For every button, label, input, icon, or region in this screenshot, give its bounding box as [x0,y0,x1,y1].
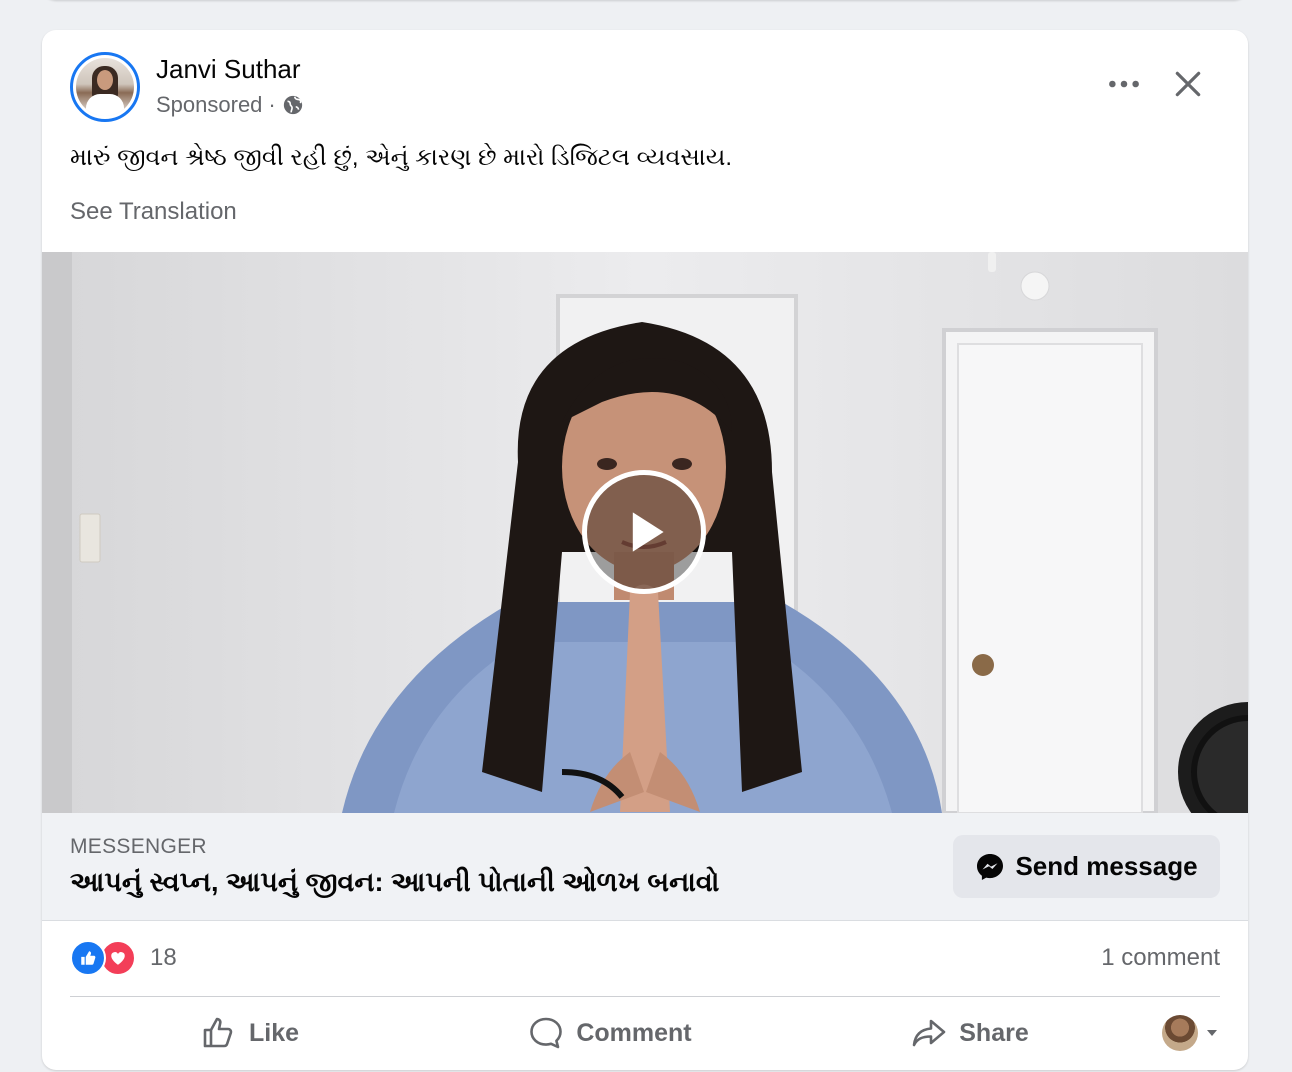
cta-headline[interactable]: આપનું સ્વપ્ન, આપનું જીવન: આપની પોતાની ઓળ… [70,867,719,899]
like-button[interactable]: Like [70,1002,430,1064]
like-label: Like [248,1018,300,1047]
reaction-count: 18 [150,944,177,971]
play-icon [632,512,664,552]
sponsored-post: Janvi Suthar Sponsored · મારું જીવન શ્રે… [42,30,1248,1070]
sponsored-label[interactable]: Sponsored [156,92,262,118]
call-to-action-strip: MESSENGER આપનું સ્વપ્ન, આપનું જીવન: આપની… [42,813,1248,921]
like-reaction-icon [70,940,106,976]
thumbs-up-icon [203,1017,233,1048]
author-name[interactable]: Janvi Suthar [156,54,301,85]
post-meta: Sponsored · [156,92,304,118]
comment-bubble-icon [530,1017,563,1049]
send-message-label: Send message [1015,851,1198,881]
see-translation-link[interactable]: See Translation [70,198,237,226]
close-icon [1175,71,1201,97]
globe-icon [282,94,304,116]
comment-count-link[interactable]: 1 comment [1101,944,1220,972]
video-player[interactable] [42,252,1248,813]
post-as-selector[interactable] [1150,1015,1220,1051]
comment-label: Comment [576,1018,692,1047]
avatar-photo [76,58,134,116]
play-button[interactable] [582,470,706,594]
viewer-avatar [1162,1015,1198,1051]
reaction-icons [70,940,140,976]
action-bar: Like Comment Share [70,1002,1220,1064]
share-arrow-icon [912,1019,946,1047]
share-button[interactable]: Share [790,1002,1150,1064]
cta-source-label: MESSENGER [70,835,207,858]
messenger-icon [975,852,1005,882]
share-label: Share [959,1018,1029,1047]
post-text: મારું જીવન શ્રેષ્ઠ જીવી રહી છું, એનું કા… [70,144,733,171]
comment-button[interactable]: Comment [430,1002,790,1064]
more-icon [1109,80,1139,88]
hide-post-button[interactable] [1166,62,1210,106]
more-options-button[interactable] [1102,66,1146,102]
author-avatar[interactable] [70,52,140,122]
actions-divider [70,996,1220,997]
reaction-summary[interactable]: 18 [70,940,177,976]
send-message-button[interactable]: Send message [953,835,1220,898]
chevron-down-icon [1207,1030,1217,1036]
meta-separator: · [268,92,276,117]
